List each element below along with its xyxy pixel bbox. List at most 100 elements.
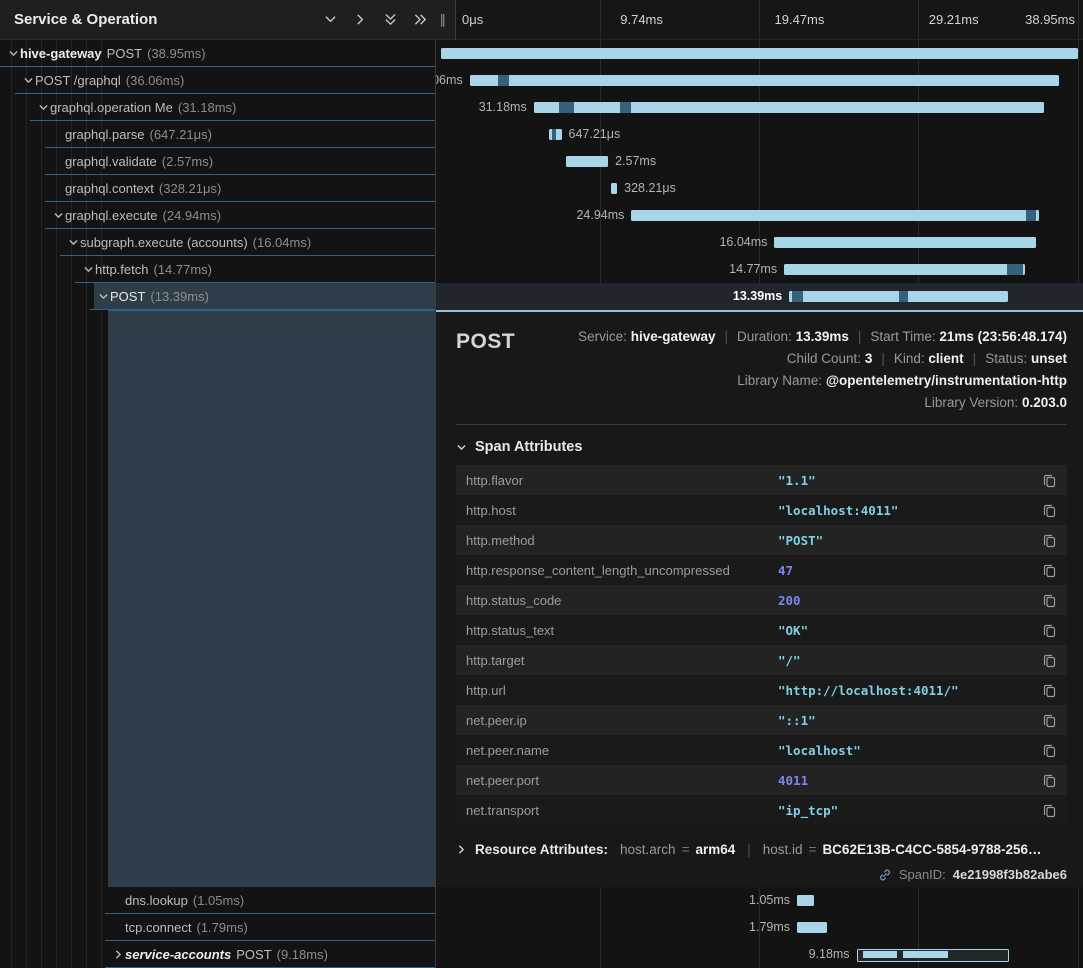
span-bar-segment xyxy=(559,102,574,113)
copy-icon[interactable] xyxy=(1042,473,1057,488)
tree-toolbar xyxy=(323,12,428,27)
collapse-span-icon[interactable] xyxy=(81,264,95,275)
span-duration: (328.21μs) xyxy=(159,181,221,196)
span-timeline-cell[interactable]: 24.94ms xyxy=(436,202,1083,229)
span-bar[interactable] xyxy=(534,102,1044,113)
span-duration-label: 36.06ms xyxy=(436,73,463,87)
span-bar[interactable] xyxy=(470,75,1059,86)
span-bar[interactable] xyxy=(631,210,1039,221)
span-timeline-cell[interactable]: 1.05ms xyxy=(436,887,1083,914)
copy-icon[interactable] xyxy=(1042,653,1057,668)
span-timeline-cell[interactable]: 36.06ms xyxy=(436,67,1083,94)
span-duration-label: 2.57ms xyxy=(615,154,656,168)
span-duration: (36.06ms) xyxy=(126,73,185,88)
selected-span-tree-area[interactable] xyxy=(0,310,436,887)
resource-attributes-row[interactable]: Resource Attributes: host.arch=arm64|hos… xyxy=(456,839,1067,859)
span-bar-segment xyxy=(620,102,631,113)
attribute-row: net.peer.port4011 xyxy=(456,765,1067,795)
copy-icon[interactable] xyxy=(1042,623,1057,638)
attribute-value: "1.1" xyxy=(778,473,1042,488)
attribute-key: http.url xyxy=(466,683,778,698)
span-bar[interactable] xyxy=(774,237,1036,248)
collapse-span-icon[interactable] xyxy=(96,291,110,302)
meta-label: Duration: xyxy=(737,329,792,344)
copy-icon[interactable] xyxy=(1042,593,1057,608)
span-duration: (1.79ms) xyxy=(197,920,248,935)
span-id-label: SpanID: xyxy=(899,867,946,882)
span-timeline-cell[interactable]: 31.18ms xyxy=(436,94,1083,121)
copy-icon[interactable] xyxy=(1042,503,1057,518)
span-attributes-toggle[interactable]: Span Attributes xyxy=(456,437,1067,457)
collapse-span-icon[interactable] xyxy=(6,48,20,59)
meta-line: Child Count: 3|Kind: client|Status: unse… xyxy=(515,348,1067,370)
span-bar[interactable] xyxy=(784,264,1025,275)
span-detail-panel: POST Service: hive-gateway|Duration: 13.… xyxy=(436,310,1083,887)
span-name-cell[interactable]: service-accountsPOST(9.18ms) xyxy=(0,941,436,968)
span-timeline-cell[interactable]: 13.39ms xyxy=(436,283,1083,310)
span-timeline-cell[interactable]: 9.18ms xyxy=(436,941,1083,968)
copy-icon[interactable] xyxy=(1042,563,1057,578)
attribute-value: 200 xyxy=(778,593,1042,608)
service-name: hive-gateway xyxy=(20,46,102,61)
meta-value: 21ms (23:56:48.174) xyxy=(939,329,1067,344)
span-name-cell[interactable]: graphql.operation Me(31.18ms) xyxy=(0,94,436,121)
double-chevron-right-icon[interactable] xyxy=(413,12,428,27)
span-timeline-cell[interactable]: 14.77ms xyxy=(436,256,1083,283)
collapse-span-icon[interactable] xyxy=(66,237,80,248)
span-bar[interactable] xyxy=(797,895,814,906)
chevron-down-icon[interactable] xyxy=(323,12,338,27)
operation-name: graphql.context xyxy=(65,181,154,196)
collapse-span-icon[interactable] xyxy=(51,210,65,221)
span-name-cell[interactable]: hive-gatewayPOST(38.95ms) xyxy=(0,40,436,67)
span-bar[interactable] xyxy=(797,922,827,933)
copy-icon[interactable] xyxy=(1042,773,1057,788)
span-duration: (38.95ms) xyxy=(147,46,206,61)
chevron-right-icon[interactable] xyxy=(353,12,368,27)
span-timeline-cell[interactable]: 647.21μs xyxy=(436,121,1083,148)
copy-icon[interactable] xyxy=(1042,713,1057,728)
selected-span-highlight xyxy=(108,310,435,887)
span-timeline-cell[interactable]: 2.57ms xyxy=(436,148,1083,175)
double-chevron-down-icon[interactable] xyxy=(383,12,398,27)
meta-value: client xyxy=(928,351,963,366)
span-name-cell[interactable]: graphql.validate(2.57ms) xyxy=(0,148,436,175)
copy-icon[interactable] xyxy=(1042,803,1057,818)
span-name-cell[interactable]: tcp.connect (1.79ms) xyxy=(0,914,436,941)
span-name-cell[interactable]: POST (13.39ms) xyxy=(0,283,436,310)
operation-name: POST xyxy=(110,289,145,304)
operation-name: tcp.connect xyxy=(125,920,192,935)
span-timeline-cell[interactable]: 328.21μs xyxy=(436,175,1083,202)
span-duration-label: 16.04ms xyxy=(719,235,767,249)
span-name-cell[interactable]: graphql.execute(24.94ms) xyxy=(0,202,436,229)
link-icon[interactable] xyxy=(878,868,892,882)
span-duration-label: 31.18ms xyxy=(479,100,527,114)
span-name-cell[interactable]: dns.lookup(1.05ms) xyxy=(0,887,436,914)
span-bar[interactable] xyxy=(611,183,617,194)
span-name-cell[interactable]: POST /graphql(36.06ms) xyxy=(0,67,436,94)
span-name-cell[interactable]: subgraph.execute (accounts)(16.04ms) xyxy=(0,229,436,256)
collapse-span-icon[interactable] xyxy=(21,75,35,86)
attribute-value: "localhost:4011" xyxy=(778,503,1042,518)
span-name-cell[interactable]: http.fetch(14.77ms) xyxy=(0,256,436,283)
meta-label: Service: xyxy=(578,329,627,344)
span-bar[interactable] xyxy=(566,156,608,167)
chevron-right-icon xyxy=(456,844,467,855)
operation-name: graphql.execute xyxy=(65,208,158,223)
panel-resize-handle[interactable]: ∥ xyxy=(440,12,448,28)
resource-key: host.arch xyxy=(620,842,676,857)
span-row: service-accountsPOST(9.18ms)9.18ms xyxy=(0,941,1083,968)
span-timeline-cell[interactable]: 16.04ms xyxy=(436,229,1083,256)
span-name-cell[interactable]: graphql.parse(647.21μs) xyxy=(0,121,436,148)
span-name-cell[interactable]: graphql.context (328.21μs) xyxy=(0,175,436,202)
collapse-span-icon[interactable] xyxy=(36,102,50,113)
span-bar[interactable] xyxy=(441,48,1078,59)
expand-span-icon[interactable] xyxy=(111,949,125,960)
attribute-row: http.host"localhost:4011" xyxy=(456,495,1067,525)
copy-icon[interactable] xyxy=(1042,743,1057,758)
span-timeline-cell[interactable] xyxy=(436,40,1083,67)
copy-icon[interactable] xyxy=(1042,683,1057,698)
meta-label: Status: xyxy=(985,351,1027,366)
span-duration: (13.39ms) xyxy=(150,289,209,304)
span-timeline-cell[interactable]: 1.79ms xyxy=(436,914,1083,941)
copy-icon[interactable] xyxy=(1042,533,1057,548)
